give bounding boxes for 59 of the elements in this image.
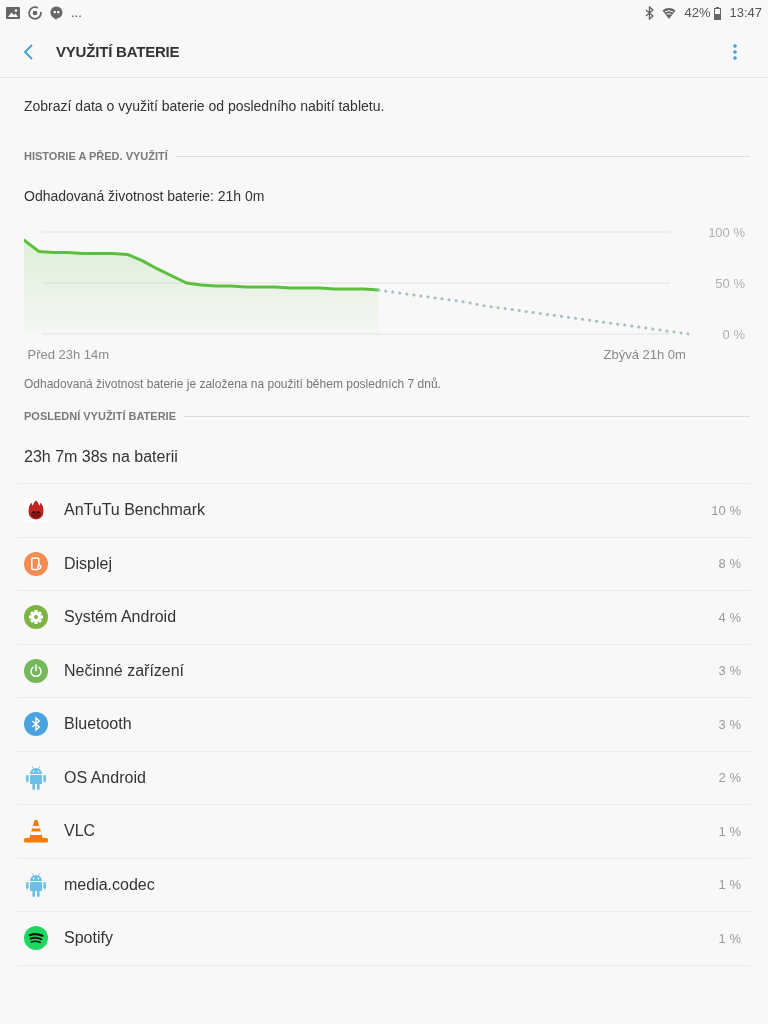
axis-label: 100 %	[708, 225, 745, 240]
app-name: Spotify	[64, 928, 113, 949]
app-name: VLC	[64, 821, 96, 842]
estimate-note: Odhadovaná životnost baterie je založena na použití během posledních 7 dnů.	[24, 376, 442, 393]
app-usage-item[interactable]: Spotify 1 %	[18, 912, 750, 966]
app-usage-item[interactable]: Systém Android 4 %	[18, 591, 750, 645]
axis-label: Před 23h 14m	[27, 347, 110, 362]
power-icon	[24, 658, 48, 683]
robot-icon	[26, 765, 46, 790]
battery-estimate: Odhadovaná životnost baterie: 21h 0m	[24, 187, 266, 206]
clock-time: 13:47	[729, 4, 762, 23]
gear-icon	[24, 605, 48, 630]
usage-percent: 1 %	[718, 876, 741, 894]
circle-dot-icon	[28, 6, 42, 20]
axis-label: 0 %	[722, 327, 745, 342]
description-text: Zobrazí data o využití baterie od posledního nabití tabletu.	[24, 97, 386, 116]
usage-percent: 1 %	[718, 822, 741, 841]
phone-icon	[24, 551, 48, 576]
notification-overflow: ...	[71, 4, 82, 23]
usage-percent: 8 %	[718, 555, 741, 573]
battery-percent: 42%	[684, 4, 711, 23]
robot-icon	[26, 872, 46, 897]
battery-icon	[714, 6, 722, 20]
usage-percent: 1 %	[718, 929, 741, 948]
app-usage-item[interactable]: media.codec 1 %	[18, 858, 750, 912]
app-name: Displej	[64, 553, 112, 574]
picture-icon	[6, 7, 20, 19]
bluetooth-icon	[645, 6, 655, 20]
app-name: OS Android	[64, 767, 146, 788]
three-dots-icon	[733, 43, 737, 60]
app-name: Nečinné zařízení	[64, 660, 185, 681]
usage-percent: 10 %	[711, 501, 741, 520]
usage-percent: 4 %	[718, 608, 741, 627]
section-header: HISTORIE A PŘED. VYUŽITÍ	[24, 148, 168, 164]
bluetooth-icon	[24, 712, 48, 737]
section-header: POSLEDNÍ VYUŽITÍ BATERIE	[24, 408, 176, 424]
battery-time-total: 23h 7m 38s na baterii	[24, 447, 179, 467]
app-name: AnTuTu Benchmark	[64, 500, 206, 521]
app-name: media.codec	[64, 874, 155, 895]
wifi-icon	[662, 7, 677, 19]
usage-percent: 3 %	[718, 715, 741, 734]
app-usage-item[interactable]: Displej 8 %	[18, 537, 750, 591]
flame-creature-icon	[24, 498, 48, 523]
app-name: Bluetooth	[64, 714, 132, 735]
axis-label: Zbývá 21h 0m	[603, 347, 686, 362]
traffic-cone-icon	[24, 819, 48, 844]
chat-bubble-icon	[50, 6, 63, 20]
app-usage-item[interactable]: Nečinné zařízení 3 %	[18, 644, 750, 698]
screen-title: VYUŽITÍ BATERIE	[56, 42, 180, 61]
app-name: Systém Android	[64, 607, 177, 628]
curved-lines-icon	[24, 926, 48, 951]
usage-percent: 2 %	[718, 769, 741, 787]
app-usage-item[interactable]: AnTuTu Benchmark 10 %	[18, 484, 750, 538]
app-usage-item[interactable]: VLC 1 %	[18, 805, 750, 859]
axis-label: 50 %	[715, 276, 745, 291]
chevron-left-icon	[23, 43, 33, 60]
usage-percent: 3 %	[718, 662, 741, 680]
app-usage-item[interactable]: OS Android 2 %	[18, 751, 750, 805]
app-usage-item[interactable]: Bluetooth 3 %	[18, 698, 750, 752]
